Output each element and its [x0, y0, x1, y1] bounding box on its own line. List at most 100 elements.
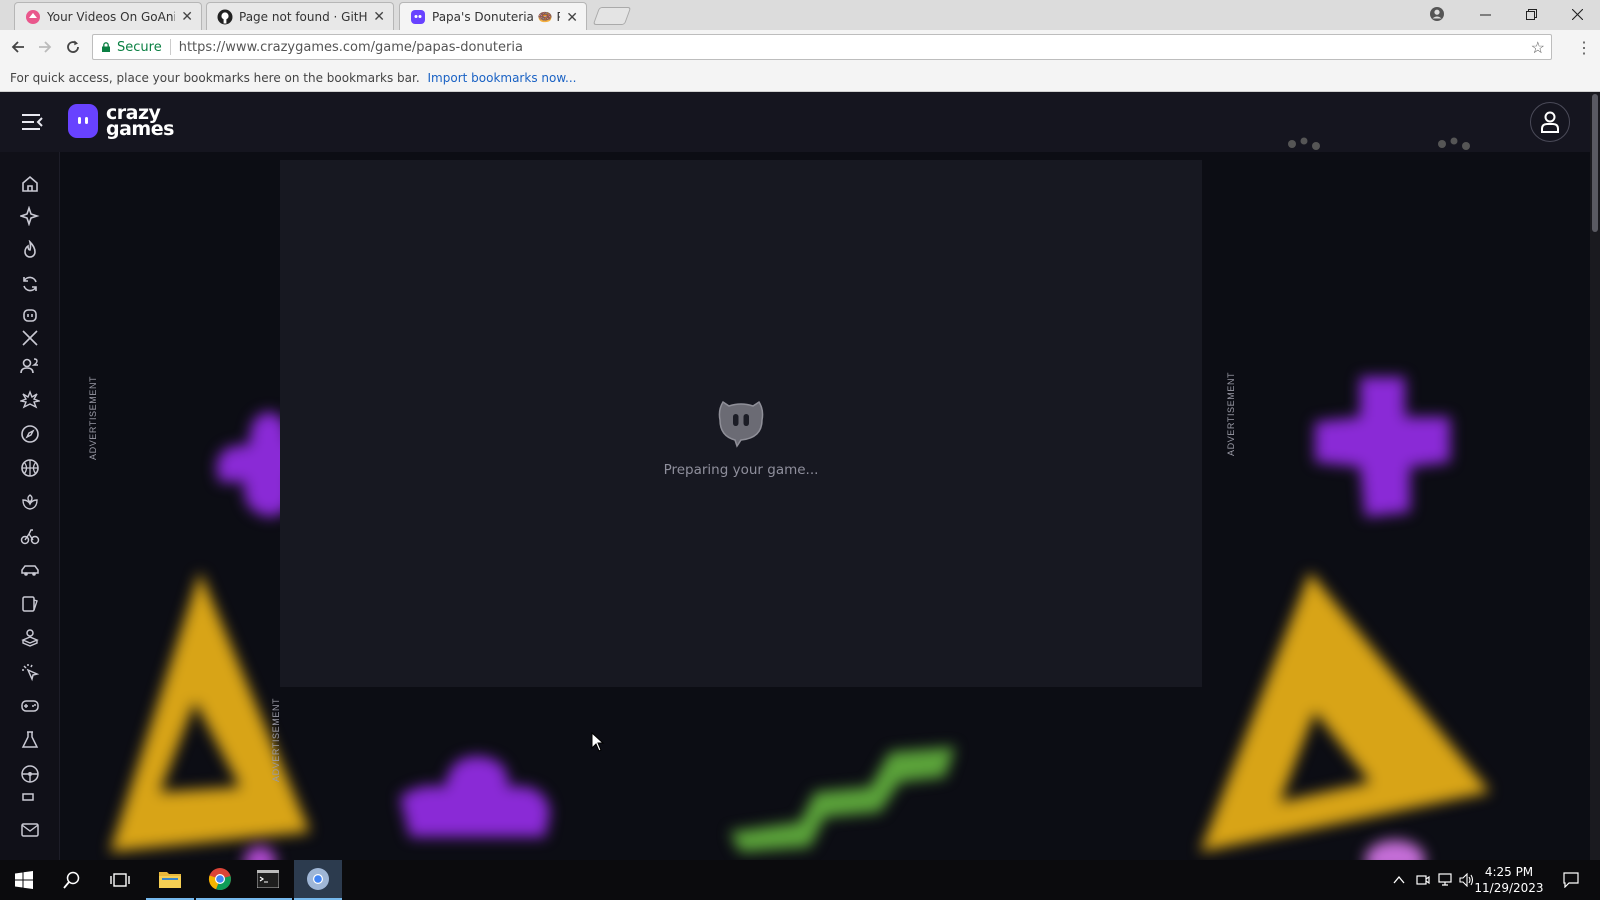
- lock-icon: [102, 42, 110, 52]
- crazygames-page: crazy games ADVERTISEMENT ADVERTISEMENT …: [0, 92, 1600, 860]
- import-bookmarks-link[interactable]: Import bookmarks now...: [428, 71, 577, 85]
- windows-logo-icon: [15, 871, 33, 889]
- back-button[interactable]: [7, 36, 29, 58]
- sidebar-trending-icon[interactable]: [20, 239, 40, 260]
- tab-papas-donuteria[interactable]: Papa's Donuteria 🍩 Play ✕: [399, 2, 587, 31]
- sidebar-controller-icon[interactable]: [20, 696, 40, 716]
- user-account-button[interactable]: [1530, 102, 1570, 142]
- sidebar-beauty-icon[interactable]: [20, 492, 40, 512]
- secure-label: Secure: [117, 39, 162, 55]
- clock-time: 4:25 PM: [1484, 865, 1534, 879]
- chrome-active-taskbar-button[interactable]: [294, 860, 342, 900]
- sidebar-adventure-icon[interactable]: [20, 424, 40, 444]
- mouse-cursor-icon: [591, 732, 605, 752]
- url-text[interactable]: https://www.crazygames.com/game/papas-do…: [179, 40, 523, 55]
- menu-collapse-icon[interactable]: [20, 110, 44, 134]
- game-frame[interactable]: Preparing your game...: [280, 160, 1202, 687]
- pink-blob-decoration-right: [1365, 840, 1425, 860]
- ad-label-bottom: ADVERTISEMENT: [271, 697, 281, 782]
- show-hidden-icons-button[interactable]: [1388, 860, 1410, 900]
- network-icon: [1438, 873, 1452, 886]
- clock-date: 11/29/2023: [1474, 881, 1544, 895]
- loading-dots-icon: [1438, 137, 1470, 150]
- chrome-menu-icon[interactable]: ⋮: [1576, 38, 1592, 58]
- bookmarks-message: For quick access, place your bookmarks h…: [10, 71, 420, 85]
- crazygames-logo[interactable]: crazy games: [68, 104, 174, 140]
- crazygames-favicon-icon: [411, 10, 425, 24]
- site-header: crazy games: [0, 92, 1590, 152]
- tab-goanimate[interactable]: Your Videos On GoAnima ✕: [14, 2, 202, 30]
- sidebar-casual-icon[interactable]: [20, 628, 40, 648]
- notification-icon: [1563, 872, 1579, 888]
- sidebar-basketball-icon[interactable]: [20, 458, 40, 478]
- new-tab-button[interactable]: [592, 7, 632, 25]
- restore-icon: [1525, 8, 1537, 20]
- loading-dots-icon: [1288, 137, 1320, 150]
- meet-now-button[interactable]: [1412, 860, 1434, 900]
- logo-badge-icon: [68, 104, 98, 138]
- search-icon: [63, 871, 80, 889]
- search-button[interactable]: [48, 860, 96, 900]
- windows-taskbar: 4:25 PM 11/29/2023: [0, 860, 1600, 900]
- bookmark-star-icon[interactable]: ☆: [1531, 38, 1545, 58]
- address-bar[interactable]: Secure https://www.crazygames.com/game/p…: [92, 34, 1552, 60]
- minimize-icon: [1479, 14, 1491, 15]
- minimize-button[interactable]: [1462, 0, 1508, 28]
- file-explorer-button[interactable]: [146, 860, 194, 900]
- camera-icon: [1416, 875, 1430, 885]
- github-favicon-icon: [217, 9, 233, 24]
- start-button[interactable]: [0, 860, 48, 900]
- tab-title: Page not found · GitHub: [239, 9, 368, 24]
- sidebar-originals-icon[interactable]: [20, 308, 40, 328]
- task-view-icon: [110, 873, 130, 887]
- reload-icon: [67, 40, 79, 53]
- page-scrollbar[interactable]: [1590, 92, 1600, 860]
- sidebar-contact-icon[interactable]: [20, 820, 40, 840]
- ad-label-right: ADVERTISEMENT: [1226, 371, 1236, 456]
- sidebar-driving-icon[interactable]: [20, 764, 40, 784]
- browser-tab-strip: Your Videos On GoAnima ✕ Page not found …: [0, 0, 1600, 31]
- sidebar-crossed-swords-icon[interactable]: [20, 328, 40, 348]
- task-view-button[interactable]: [96, 860, 144, 900]
- forward-button[interactable]: [34, 36, 56, 58]
- loading-message: Preparing your game...: [663, 462, 819, 478]
- chrome-blue-icon: [307, 868, 329, 890]
- profile-icon[interactable]: [1429, 6, 1445, 22]
- close-window-button[interactable]: [1554, 0, 1600, 28]
- sidebar-home-icon[interactable]: [20, 174, 40, 194]
- action-center-button[interactable]: [1556, 860, 1586, 900]
- purple-plus-decoration: [1315, 377, 1450, 517]
- arrow-right-icon: [39, 41, 52, 53]
- green-zigzag-decoration: [730, 747, 955, 852]
- sidebar-car-icon[interactable]: [20, 560, 40, 580]
- tab-close-icon[interactable]: ✕: [566, 9, 578, 26]
- sidebar-bike-icon[interactable]: [20, 526, 40, 546]
- terminal-taskbar-button[interactable]: [244, 860, 292, 900]
- tab-title: Your Videos On GoAnima: [47, 9, 176, 24]
- reload-button[interactable]: [62, 36, 84, 58]
- network-button[interactable]: [1434, 860, 1456, 900]
- scrollbar-thumb[interactable]: [1592, 94, 1598, 232]
- sidebar-potion-icon[interactable]: [20, 730, 40, 750]
- taskbar-clock[interactable]: 4:25 PM 11/29/2023: [1474, 864, 1544, 896]
- tab-close-icon[interactable]: ✕: [373, 8, 385, 25]
- sidebar-partial-icon[interactable]: [20, 792, 40, 812]
- yellow-triangle-decoration-right: [1200, 572, 1490, 852]
- sidebar-clicker-icon[interactable]: [20, 662, 40, 682]
- game-loader: Preparing your game...: [280, 396, 1202, 478]
- logo-line-2: games: [106, 118, 174, 140]
- sidebar-two-player-icon[interactable]: [20, 356, 40, 376]
- sidebar-action-icon[interactable]: [18, 390, 42, 410]
- close-icon: [1571, 8, 1583, 20]
- restore-button[interactable]: [1508, 0, 1554, 28]
- ad-label-left: ADVERTISEMENT: [88, 375, 98, 460]
- browser-toolbar: Secure https://www.crazygames.com/game/p…: [0, 30, 1600, 64]
- tab-close-icon[interactable]: ✕: [181, 8, 193, 25]
- user-icon: [1541, 111, 1559, 133]
- chrome-icon: [208, 868, 231, 891]
- chrome-taskbar-button[interactable]: [196, 860, 244, 900]
- tab-github[interactable]: Page not found · GitHub ✕: [206, 2, 394, 30]
- sidebar-new-icon[interactable]: [18, 205, 40, 227]
- sidebar-updated-icon[interactable]: [20, 274, 40, 294]
- sidebar-card-icon[interactable]: [20, 594, 40, 614]
